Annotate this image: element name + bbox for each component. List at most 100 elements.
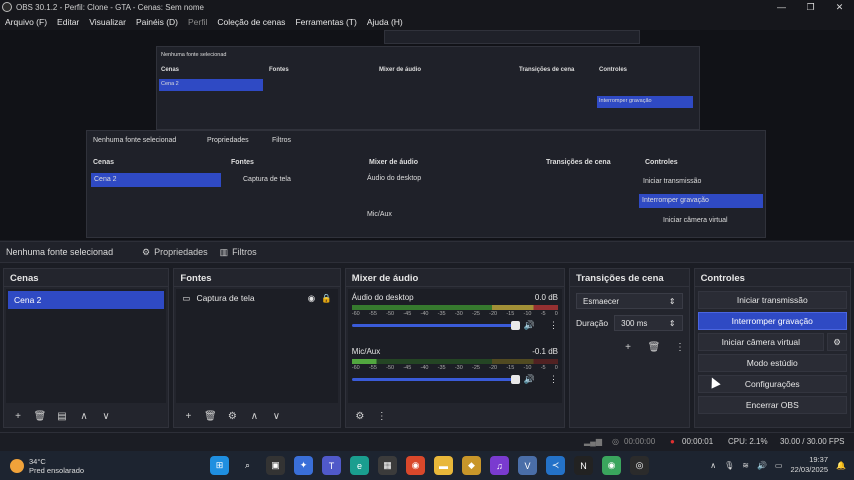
properties-button[interactable]: ⚙ Propriedades [136, 247, 214, 258]
edge-icon[interactable]: e [350, 456, 369, 475]
studio-mode-button[interactable]: Modo estúdio [697, 354, 847, 372]
sources-toolbar: + 🗑 ⚙ ∧ ∨ [174, 405, 339, 427]
mixer-channel-mic: Mic/Aux -0.1 dB -60 -55 -50 -45 -40 -35 … [348, 343, 562, 389]
clock-date: 22/03/2025 [790, 465, 829, 474]
eye-icon[interactable]: ◉ [308, 293, 315, 304]
tick-label: -30 [454, 311, 463, 317]
tick-label: 0 [554, 365, 558, 371]
scene-filter-icon[interactable]: ▤ [54, 408, 70, 424]
speaker-icon[interactable]: 🔊 [757, 461, 767, 470]
source-toolbar: Nenhuma fonte selecionad ⚙ Propriedades … [0, 241, 854, 263]
volume-slider-handle[interactable] [510, 375, 520, 384]
volume-slider-handle[interactable] [510, 321, 520, 330]
sources-title: Fontes [174, 269, 340, 287]
menu-edit[interactable]: Editar [52, 17, 84, 27]
spinner-icon[interactable]: ⇕ [669, 319, 676, 328]
menu-file[interactable]: Arquivo (F) [0, 17, 52, 27]
more-options-icon[interactable]: ⋮ [549, 374, 558, 385]
scenes-title: Cenas [4, 269, 169, 287]
search-icon[interactable]: ⌕ [238, 456, 257, 475]
transition-select[interactable]: Esmaecer ⇕ [576, 293, 683, 309]
menu-view[interactable]: Visualizar [84, 17, 131, 27]
preview-text: Mixer de áudio [369, 159, 419, 166]
notion-icon[interactable]: N [574, 456, 593, 475]
window-controls: — ❐ ✕ [767, 0, 854, 14]
app-icon[interactable]: V [518, 456, 537, 475]
gear-icon[interactable]: ⚙ [224, 408, 240, 424]
tick-label: -50 [386, 311, 395, 317]
chevron-up-icon[interactable]: ∧ [710, 461, 716, 470]
scene-item[interactable]: Cena 2 [8, 291, 165, 309]
menu-docks[interactable]: Painéis (D) [131, 17, 183, 27]
twitch-icon[interactable]: ♫ [490, 456, 509, 475]
virtual-camera-row: Iniciar câmera virtual ⚙ [697, 333, 847, 351]
teams-icon[interactable]: T [322, 456, 341, 475]
menu-scene-collection[interactable]: Coleção de cenas [212, 17, 290, 27]
vscode-icon[interactable]: ≺ [546, 456, 565, 475]
notification-icon[interactable]: 🔔 [836, 461, 846, 470]
move-down-icon[interactable]: ∨ [268, 408, 284, 424]
tick-label: -5 [540, 311, 546, 317]
duration-label: Duração [576, 318, 609, 328]
windows-start-icon[interactable]: ⊞ [210, 456, 229, 475]
add-scene-icon[interactable]: + [10, 408, 26, 424]
copilot-icon[interactable]: ✦ [294, 456, 313, 475]
maximize-button[interactable]: ❐ [796, 0, 825, 14]
start-streaming-button[interactable]: Iniciar transmissão [697, 291, 847, 309]
stop-recording-button[interactable]: Interromper gravação [697, 312, 847, 330]
more-options-icon[interactable]: ⋮ [549, 320, 558, 331]
mic-icon[interactable]: 🎙 [724, 461, 734, 470]
preview-text: Interromper gravação [597, 96, 693, 108]
menu-help[interactable]: Ajuda (H) [362, 17, 408, 27]
advanced-audio-icon[interactable]: ⚙ [352, 408, 368, 424]
more-options-icon[interactable]: ⋮ [672, 339, 688, 355]
speaker-icon[interactable]: 🔊 [524, 320, 535, 331]
move-up-icon[interactable]: ∧ [246, 408, 262, 424]
remove-scene-icon[interactable]: 🗑 [32, 408, 48, 424]
menu-tools[interactable]: Ferramentas (T) [290, 17, 361, 27]
preview-canvas[interactable]: Nenhuma fonte selecionad Propriedades Fi… [0, 30, 854, 240]
file-explorer-icon[interactable]: ▬ [434, 456, 453, 475]
battery-icon[interactable]: ▭ [775, 461, 783, 470]
transition-toolbar: + 🗑 ⋮ [620, 339, 689, 355]
exit-button[interactable]: Encerrar OBS [697, 396, 847, 414]
minimize-button[interactable]: — [767, 0, 796, 14]
lock-icon[interactable]: 🔒 [321, 293, 332, 304]
volume-slider[interactable] [351, 375, 520, 384]
gear-icon[interactable]: ⚙ [827, 333, 847, 351]
obs-icon[interactable]: ◎ [630, 456, 649, 475]
start-virtual-camera-button[interactable]: Iniciar câmera virtual [697, 333, 824, 351]
close-button[interactable]: ✕ [825, 0, 854, 14]
volume-row: 🔊 ⋮ [351, 374, 558, 385]
add-source-icon[interactable]: + [180, 408, 196, 424]
menu-profile[interactable]: Perfil [183, 17, 212, 27]
store-icon[interactable]: ▦ [378, 456, 397, 475]
preview-text: Fontes [269, 67, 289, 73]
clock[interactable]: 19:37 22/03/2025 [790, 455, 828, 475]
channel-db: -0.1 dB [532, 347, 558, 356]
preview-text: Mixer de áudio [379, 67, 422, 73]
move-down-icon[interactable]: ∨ [98, 408, 114, 424]
preview-text: Filtros [272, 137, 292, 144]
volume-slider[interactable] [351, 321, 520, 330]
source-item[interactable]: ▭ Captura de tela ◉ 🔒 [176, 289, 337, 307]
move-up-icon[interactable]: ∧ [76, 408, 92, 424]
duration-input[interactable]: 300 ms ⇕ [614, 315, 683, 331]
chrome-icon[interactable]: ◉ [602, 456, 621, 475]
tick-label: -10 [523, 311, 532, 317]
preview-text: Controles [599, 67, 628, 73]
remove-source-icon[interactable]: 🗑 [202, 408, 218, 424]
remove-transition-icon[interactable]: 🗑 [646, 339, 662, 355]
speaker-icon[interactable]: 🔊 [524, 374, 535, 385]
chrome-icon[interactable]: ◉ [406, 456, 425, 475]
task-view-icon[interactable]: ▣ [266, 456, 285, 475]
app-icon[interactable]: ◆ [462, 456, 481, 475]
weather-widget[interactable]: 34°C Pred ensolarado [10, 457, 84, 475]
more-options-icon[interactable]: ⋮ [374, 408, 390, 424]
preview-text: Nenhuma fonte selecionad [93, 137, 177, 144]
filters-button[interactable]: ▥ Filtros [214, 247, 263, 258]
obs-logo-icon [2, 2, 12, 12]
wifi-icon[interactable]: ≋ [742, 461, 749, 470]
tick-label: -15 [506, 365, 515, 371]
add-transition-icon[interactable]: + [620, 339, 636, 355]
